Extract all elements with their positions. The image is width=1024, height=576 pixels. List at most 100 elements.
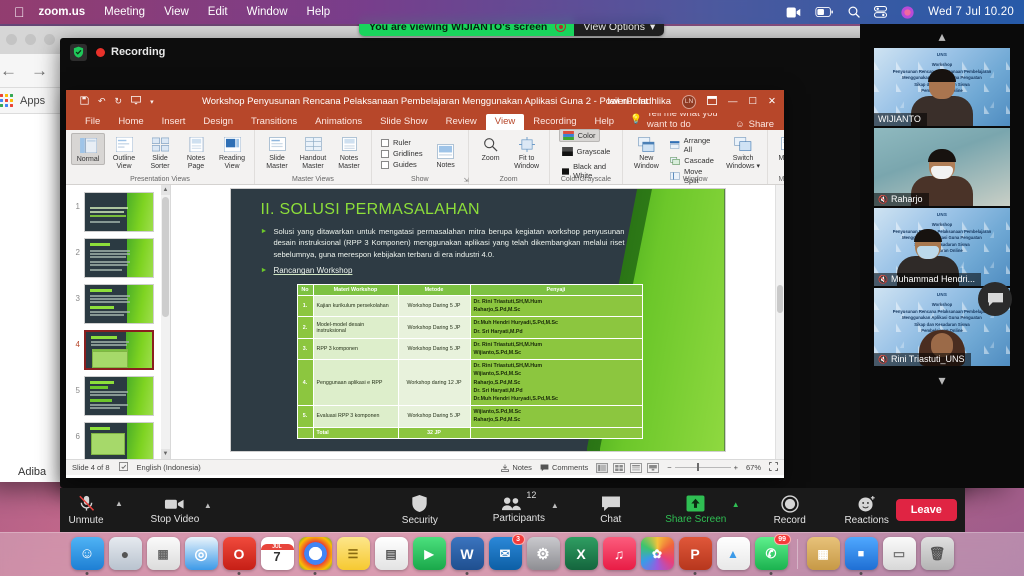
search-icon[interactable]: [848, 6, 860, 18]
fit-slide-to-window-icon[interactable]: [769, 462, 778, 473]
dock-item-whatsapp-video[interactable]: ▶: [413, 537, 446, 570]
slide-thumbnail-4[interactable]: 4: [66, 327, 170, 373]
handout-master-button[interactable]: Handout Master: [296, 133, 330, 171]
participant-tile-raharjo[interactable]: 🔇 Raharjo: [874, 128, 1010, 206]
control-center-icon[interactable]: [874, 6, 887, 18]
video-camera-icon[interactable]: [786, 7, 801, 18]
record-button[interactable]: Record: [764, 495, 816, 526]
dock-item-finder[interactable]: ☺: [71, 537, 104, 570]
menu-bar-clock[interactable]: Wed 7 Jul 10.20: [928, 6, 1014, 18]
guides-checkbox[interactable]: Guides: [381, 160, 423, 169]
dock-item-safari[interactable]: ◎: [185, 537, 218, 570]
dock-item-evernote[interactable]: ▤: [375, 537, 408, 570]
close-button[interactable]: [6, 34, 17, 45]
scroll-down-arrow[interactable]: ▼: [161, 449, 170, 459]
dock-item-notes[interactable]: ☰: [337, 537, 370, 570]
stop-video-button[interactable]: Stop Video: [149, 496, 201, 525]
maximize-button[interactable]: [44, 34, 55, 45]
status-bar-right[interactable]: Notes Comments: [501, 462, 778, 473]
menu-meeting[interactable]: Meeting: [104, 6, 145, 18]
menu-zoom-us[interactable]: zoom.us: [39, 6, 86, 18]
quick-access-toolbar[interactable]: ↶ ↻ ▾: [72, 96, 154, 108]
color-option[interactable]: Color: [559, 129, 600, 142]
workshop-plan-table[interactable]: No Materi Workshop Metode Penyaji 1. Kaj…: [297, 284, 643, 439]
back-arrow-icon[interactable]: ←: [0, 61, 17, 81]
dock-item-preview[interactable]: ▭: [883, 537, 916, 570]
arrange-all-command[interactable]: Arrange All: [670, 136, 718, 154]
tab-view[interactable]: View: [486, 114, 524, 130]
view-ribbon[interactable]: Normal Outline View Slide Sorter: [66, 130, 784, 185]
new-window-button[interactable]: New Window: [628, 133, 664, 171]
menu-view[interactable]: View: [164, 6, 189, 18]
view-shortcut-buttons[interactable]: [596, 463, 659, 473]
slide-indicator[interactable]: Slide 4 of 8: [72, 463, 110, 472]
security-shield-icon[interactable]: [70, 44, 87, 61]
reading-view-button[interactable]: Reading View: [215, 133, 249, 171]
slide-sorter-button[interactable]: [613, 463, 625, 473]
dock-item-calendar[interactable]: JUL 7: [261, 537, 294, 570]
slide-master-button[interactable]: Slide Master: [260, 133, 294, 171]
zoom-meeting-toolbar[interactable]: Unmute ▲ Stop Video ▲ Security: [60, 488, 965, 532]
dock-item-app-grid[interactable]: ▦: [147, 537, 180, 570]
apps-grid-icon[interactable]: [0, 94, 13, 107]
zoom-in-button[interactable]: +: [734, 463, 738, 472]
dock-item-zoom[interactable]: ■: [845, 537, 878, 570]
comments-status-button[interactable]: Comments: [540, 463, 588, 472]
dialog-launcher-icon[interactable]: ⇲: [464, 177, 469, 184]
menu-help[interactable]: Help: [307, 6, 331, 18]
share-options-chevron-up-icon[interactable]: ▲: [732, 500, 740, 509]
customize-qat-icon[interactable]: ▾: [150, 98, 154, 106]
forward-arrow-icon[interactable]: →: [31, 61, 48, 81]
powerpoint-status-bar[interactable]: Slide 4 of 8 English (Indonesia) Notes C…: [66, 459, 784, 475]
zoom-button[interactable]: Zoom: [474, 133, 508, 163]
chat-bubble-icon[interactable]: [978, 282, 1012, 316]
minimize-button[interactable]: [25, 34, 36, 45]
powerpoint-title-bar[interactable]: ↶ ↻ ▾ Workshop Penyusunan Rencana Pelaks…: [66, 90, 784, 113]
tab-help[interactable]: Help: [586, 114, 624, 130]
dock-item-music[interactable]: ♫: [603, 537, 636, 570]
present-icon[interactable]: [131, 96, 141, 108]
leave-button[interactable]: Leave: [896, 499, 957, 521]
dock-item-settings[interactable]: ⚙: [527, 537, 560, 570]
slide-sorter-button[interactable]: Slide Sorter: [143, 133, 177, 171]
close-icon[interactable]: ✕: [768, 96, 776, 107]
thumbnail-image[interactable]: [84, 192, 154, 232]
dock-item-opera[interactable]: O: [223, 537, 256, 570]
participant-tile-muhammad-hendri[interactable]: UNS WorkshopPenyusunan Rencana Pelaksana…: [874, 208, 1010, 286]
participant-tile-wijianto[interactable]: UNS WorkshopPenyusunan Rencana Pelaksana…: [874, 48, 1010, 126]
menu-edit[interactable]: Edit: [208, 6, 228, 18]
macos-menu-bar[interactable]:  zoom.us Meeting View Edit Window Help …: [0, 0, 1024, 24]
thumbnail-image[interactable]: [84, 330, 154, 370]
powerpoint-window[interactable]: ↶ ↻ ▾ Workshop Penyusunan Rencana Pelaks…: [66, 90, 784, 478]
redo-icon[interactable]: ↻: [115, 96, 123, 107]
participants-chevron-up-icon[interactable]: ▲: [551, 501, 559, 510]
account-name[interactable]: lail nur fadhlika: [608, 96, 671, 107]
window-traffic-lights[interactable]: [6, 34, 55, 45]
reactions-button[interactable]: Reactions: [838, 495, 896, 526]
slide-thumbnail-6[interactable]: 6: [66, 419, 170, 459]
thumbnail-image[interactable]: [84, 422, 154, 459]
dock-item-outlook[interactable]: ✉3: [489, 537, 522, 570]
fit-to-window-button[interactable]: Fit to Window: [510, 133, 544, 171]
save-icon[interactable]: [80, 96, 89, 108]
zoom-video-panel[interactable]: ▴ UNS WorkshopPenyusunan Rencana Pelaksa…: [860, 24, 1024, 488]
scroll-up-arrow[interactable]: ▲: [161, 185, 170, 195]
zoom-out-button[interactable]: −: [667, 463, 671, 472]
outline-view-button[interactable]: Outline View: [107, 133, 141, 171]
siri-icon[interactable]: [901, 6, 914, 19]
dock-item-trash[interactable]: 🗑: [921, 537, 954, 570]
tab-design[interactable]: Design: [194, 114, 242, 130]
share-button[interactable]: ☺ Share: [735, 119, 784, 130]
zoom-slider[interactable]: − +: [667, 463, 738, 472]
ribbon-tab-bar[interactable]: File Home Insert Design Transitions Anim…: [66, 113, 784, 130]
share-screen-button[interactable]: Share Screen: [663, 495, 729, 525]
slide-editing-canvas[interactable]: II. SOLUSI PERMASALAHAN ► Solusi yang di…: [171, 185, 784, 459]
tab-slide-show[interactable]: Slide Show: [371, 114, 437, 130]
thumbnail-image[interactable]: [84, 376, 154, 416]
minimize-icon[interactable]: —: [728, 96, 738, 107]
avatar[interactable]: LN: [682, 95, 696, 109]
ribbon-display-options-icon[interactable]: [707, 96, 717, 108]
normal-view-button[interactable]: Normal: [71, 133, 105, 165]
participants-button[interactable]: 12 Participants: [490, 496, 548, 524]
share-screen-control[interactable]: Share Screen ▲: [663, 495, 740, 525]
